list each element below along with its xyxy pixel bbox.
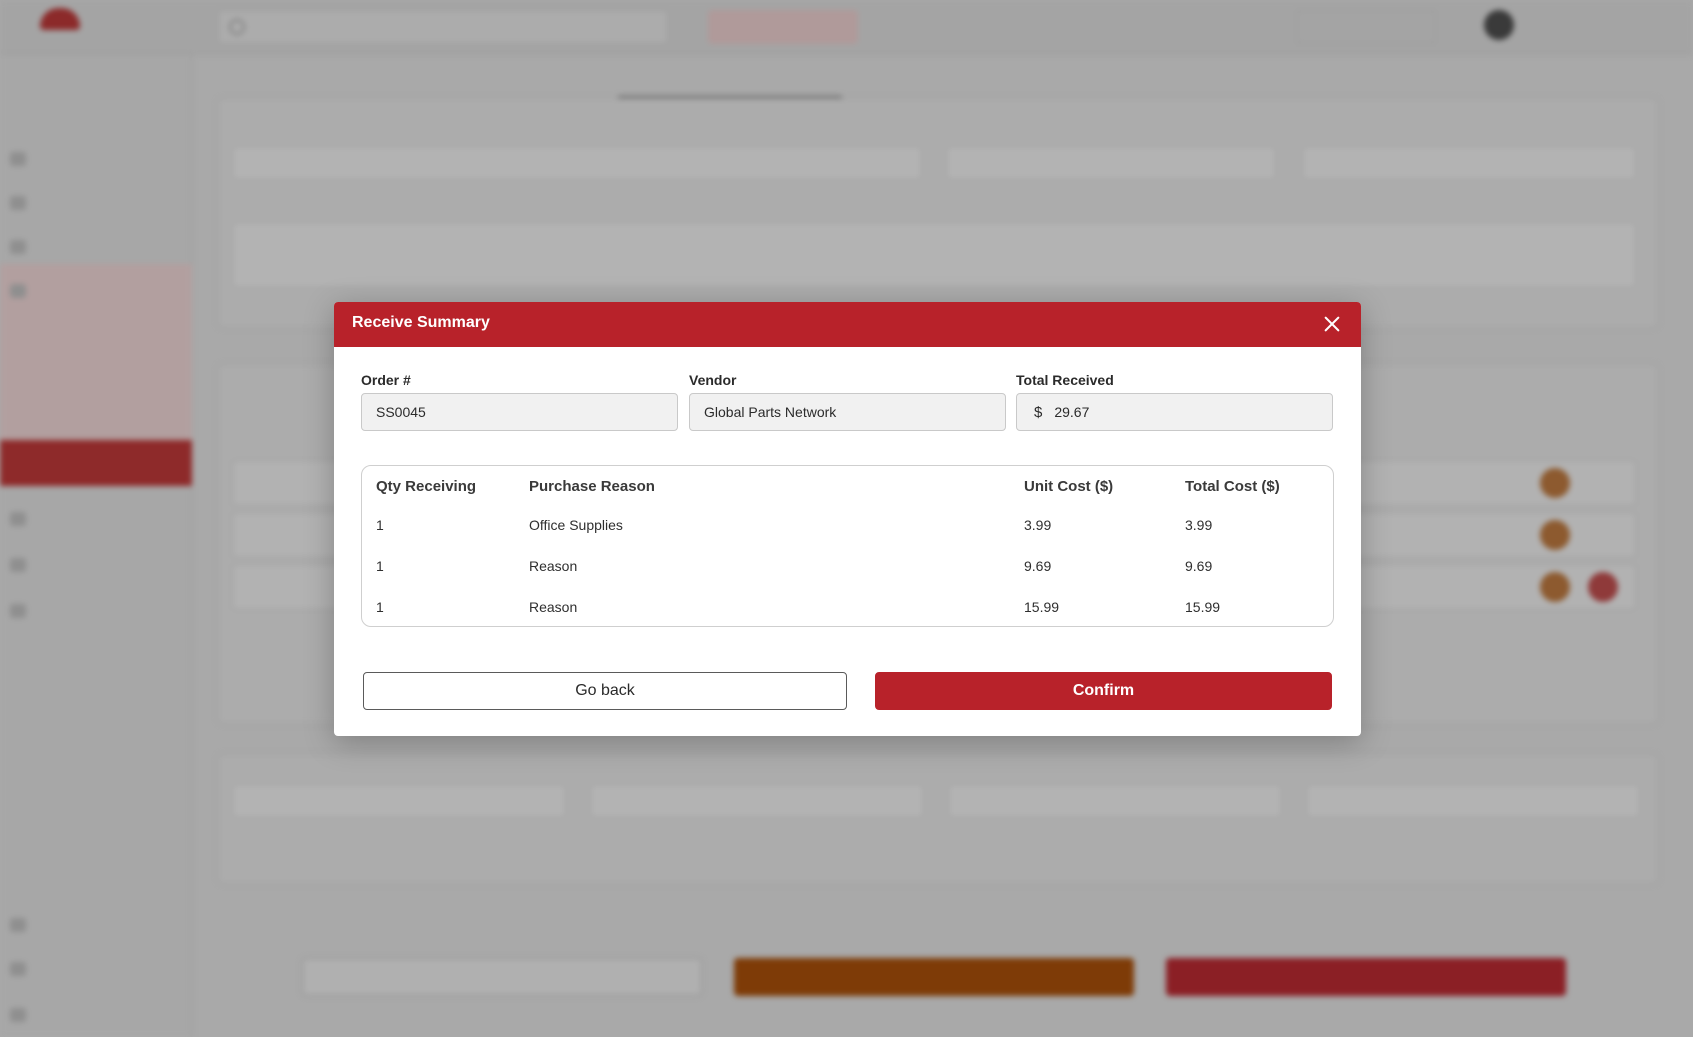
invoice-card (218, 754, 1658, 884)
row-unit-cost: 3.99 (1024, 517, 1052, 533)
sidebar-item-active (0, 440, 192, 486)
col-header-reason: Purchase Reason (529, 478, 655, 495)
col-header-unit-cost: Unit Cost ($) (1024, 478, 1114, 495)
end-time-button (708, 10, 858, 44)
sidebar-item (10, 276, 180, 306)
search-icon (229, 19, 245, 35)
sidebar-item (10, 910, 180, 940)
row-reason: Office Supplies (529, 517, 623, 533)
bg-field (590, 784, 924, 818)
vendor-field: Vendor Global Parts Network (689, 372, 1006, 431)
row-qty: 1 (376, 558, 384, 574)
order-number-input[interactable]: SS0045 (361, 393, 678, 431)
sidebar-item (10, 596, 180, 626)
row-qty: 1 (376, 517, 384, 533)
row-reason: Reason (529, 599, 578, 615)
bg-circle (1540, 572, 1570, 602)
sidebar-item (10, 504, 180, 534)
bg-field (948, 784, 1282, 818)
order-label: Order # (361, 372, 411, 388)
total-received-label: Total Received (1016, 372, 1114, 388)
modal-title: Receive Summary (352, 314, 490, 331)
store-selector (1296, 10, 1436, 44)
dollar-icon: $ (1034, 404, 1043, 421)
sidebar (0, 54, 192, 1037)
top-bar (0, 0, 1693, 54)
modal-header: Receive Summary (334, 302, 1361, 347)
vendor-value: Global Parts Network (704, 404, 837, 420)
logo (26, 8, 126, 48)
sidebar-item (10, 954, 180, 984)
go-back-button[interactable]: Go back (363, 672, 847, 710)
tab-bar (192, 62, 1693, 102)
row-reason: Reason (529, 558, 578, 574)
order-field: Order # SS0045 (361, 372, 678, 431)
bg-circle (1588, 572, 1618, 602)
sidebar-item (10, 188, 180, 218)
total-received-value: 29.67 (1054, 404, 1090, 420)
total-received-field: Total Received $29.67 (1016, 372, 1333, 431)
sidebar-item (10, 144, 180, 174)
bg-field (1302, 146, 1636, 180)
row-total-cost: 9.69 (1185, 558, 1213, 574)
row-total-cost: 15.99 (1185, 599, 1221, 615)
sidebar-item (10, 550, 180, 580)
row-unit-cost: 15.99 (1024, 599, 1060, 615)
bg-btn (734, 958, 1134, 996)
total-received-input[interactable]: $29.67 (1016, 393, 1333, 431)
search-box (218, 10, 668, 44)
vendor-card (218, 98, 1658, 328)
col-header-qty: Qty Receiving (376, 478, 477, 495)
bg-field (232, 222, 1636, 288)
row-total-cost: 3.99 (1185, 517, 1213, 533)
bg-field (232, 146, 922, 180)
receive-summary-modal: Receive Summary Order # SS0045 Vendor Gl… (334, 302, 1361, 736)
confirm-button[interactable]: Confirm (875, 672, 1332, 710)
row-unit-cost: 9.69 (1024, 558, 1052, 574)
summary-fields: Order # SS0045 Vendor Global Parts Netwo… (361, 372, 1333, 436)
user-menu (1484, 10, 1660, 44)
bg-circle (1540, 520, 1570, 550)
bg-btn (302, 958, 702, 996)
items-table: Qty Receiving Purchase Reason Unit Cost … (361, 465, 1334, 627)
bg-btn (1166, 958, 1566, 996)
close-icon[interactable] (1321, 313, 1343, 335)
vendor-label: Vendor (689, 372, 737, 388)
col-header-total-cost: Total Cost ($) (1185, 478, 1280, 495)
order-number-value: SS0045 (376, 404, 426, 420)
row-qty: 1 (376, 599, 384, 615)
bg-field (1306, 784, 1640, 818)
vendor-input[interactable]: Global Parts Network (689, 393, 1006, 431)
bg-circle (1540, 468, 1570, 498)
avatar (1484, 10, 1514, 40)
bg-field (946, 146, 1276, 180)
bg-field (232, 784, 566, 818)
sidebar-item (10, 232, 180, 262)
sidebar-item (10, 1000, 180, 1030)
